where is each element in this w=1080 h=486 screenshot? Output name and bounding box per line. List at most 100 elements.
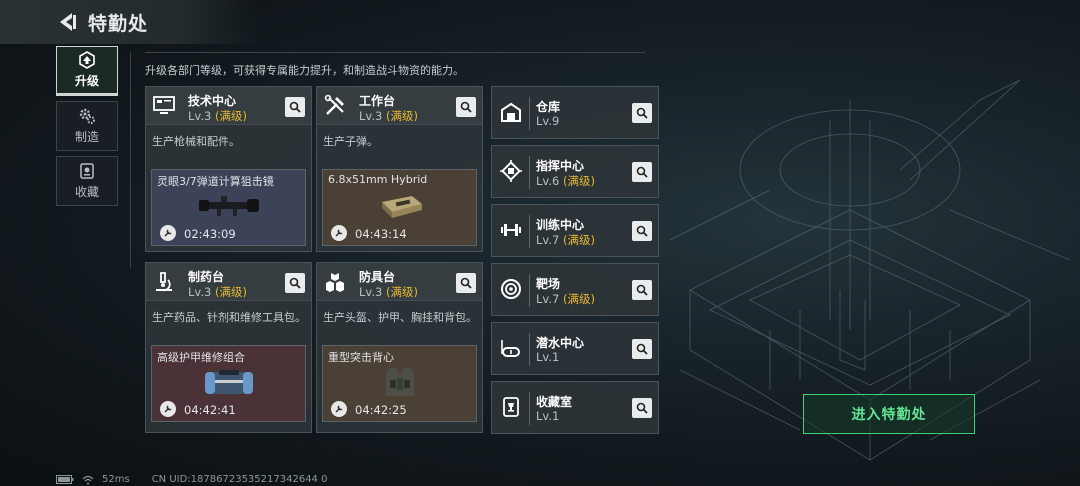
row-separator [529, 274, 530, 307]
card-header: 防具台 Lv.3 (满级) [317, 263, 482, 301]
row-separator [529, 97, 530, 130]
status-bar: 52ms CN UID:18786723535217342644 0 [56, 474, 327, 485]
collection-icon [80, 163, 94, 179]
scope-image [199, 196, 259, 216]
production-slot[interactable]: 6.8x51mm Hybrid 04:43:14 [322, 169, 477, 246]
production-slot[interactable]: 重型突击背心 04:42:25 [322, 345, 477, 422]
battery-icon [56, 475, 74, 484]
card-name: 防具台 [359, 270, 396, 284]
divider-line [130, 52, 131, 268]
row-name: 指挥中心 [536, 159, 585, 173]
search-icon [636, 166, 648, 178]
ping-value: 52ms [102, 474, 130, 485]
card-level: Lv.3 (满级) [188, 285, 247, 299]
production-timer: 04:42:25 [355, 403, 407, 417]
card-header: 工作台 Lv.3 (满级) [317, 87, 482, 125]
header-bar: 特勤处 [0, 0, 260, 44]
search-icon [636, 402, 648, 414]
inspect-button[interactable] [632, 280, 652, 300]
facility-card-workbench[interactable]: 工作台 Lv.3 (满级) 生产子弹。 6.8x51mm Hybrid 04:4… [316, 86, 483, 252]
inspect-button[interactable] [632, 103, 652, 123]
inspect-button[interactable] [632, 339, 652, 359]
microscope-icon [156, 272, 172, 292]
facility-card-tech-center[interactable]: 技术中心 Lv.3 (满级) 生产枪械和配件。 灵眼3/7弹道计算狙击镜 02:… [145, 86, 312, 252]
divider-line [145, 52, 645, 53]
row-separator [529, 156, 530, 189]
row-name: 训练中心 [536, 218, 585, 232]
row-level: Lv.9 [536, 114, 560, 128]
facility-card-pharmacy[interactable]: 制药台 Lv.3 (满级) 生产药品、针剂和维修工具包。 高级护甲维修组合 04… [145, 262, 312, 433]
side-nav: 升级 制造 收藏 [56, 46, 118, 211]
inspect-button[interactable] [632, 398, 652, 418]
diving-mask-icon [501, 340, 520, 357]
row-name: 潜水中心 [536, 336, 585, 350]
facility-row-warehouse[interactable]: 仓库 Lv.9 [491, 86, 659, 139]
armor-icon [326, 273, 344, 292]
trophy-icon [503, 397, 519, 417]
search-icon [636, 225, 648, 237]
repair-kit-image [205, 370, 253, 394]
target-icon [501, 279, 521, 299]
card-name: 工作台 [359, 94, 396, 108]
nav-item-craft[interactable]: 制造 [56, 101, 118, 151]
page-title: 特勤处 [88, 13, 149, 35]
wrench-timer-icon [331, 401, 347, 417]
uid-text: CN UID:18786723535217342644 0 [151, 474, 328, 485]
inspect-button[interactable] [632, 221, 652, 241]
wrench-timer-icon [160, 225, 176, 241]
enter-facility-button[interactable]: 进入特勤处 [803, 394, 975, 434]
search-icon [636, 284, 648, 296]
production-timer: 04:42:41 [184, 403, 236, 417]
facility-row-command-center[interactable]: 指挥中心 Lv.6 (满级) [491, 145, 659, 198]
row-name: 收藏室 [536, 395, 573, 409]
row-name: 仓库 [536, 100, 561, 114]
production-timer: 04:43:14 [355, 227, 407, 241]
section-description: 升级各部门等级，可获得专属能力提升，和制造战斗物资的能力。 [145, 64, 464, 77]
search-icon [460, 101, 472, 113]
nav-label-upgrade: 升级 [74, 74, 99, 88]
card-name: 技术中心 [188, 94, 237, 108]
facility-row-diving-center[interactable]: 潜水中心 Lv.1 [491, 322, 659, 375]
product-name: 灵眼3/7弹道计算狙击镜 [157, 175, 274, 188]
row-level: Lv.1 [536, 409, 560, 423]
gears-icon [79, 108, 95, 124]
search-icon [460, 277, 472, 289]
production-slot[interactable]: 灵眼3/7弹道计算狙击镜 02:43:09 [151, 169, 306, 246]
back-arrow-icon [60, 13, 76, 31]
back-button[interactable] [56, 10, 78, 34]
inspect-button[interactable] [285, 273, 305, 293]
row-level: Lv.1 [536, 350, 560, 364]
production-timer: 02:43:09 [184, 227, 236, 241]
nav-item-collection[interactable]: 收藏 [56, 156, 118, 206]
monitor-icon [153, 96, 175, 114]
inspect-button[interactable] [456, 97, 476, 117]
inspect-button[interactable] [285, 97, 305, 117]
chip-icon [500, 160, 522, 182]
card-description: 生产枪械和配件。 [152, 135, 240, 148]
card-description: 生产头盔、护甲、胸挂和背包。 [323, 311, 477, 324]
card-header: 技术中心 Lv.3 (满级) [146, 87, 311, 125]
card-name: 制药台 [188, 270, 225, 284]
row-separator [529, 333, 530, 366]
inspect-button[interactable] [632, 162, 652, 182]
card-level: Lv.3 (满级) [359, 285, 418, 299]
tools-icon [324, 94, 344, 115]
card-header: 制药台 Lv.3 (满级) [146, 263, 311, 301]
nav-item-upgrade[interactable]: 升级 [56, 46, 118, 96]
wifi-icon [82, 475, 94, 484]
ammo-box-image [382, 196, 422, 218]
row-level: Lv.7 (满级) [536, 292, 595, 306]
facility-row-training-center[interactable]: 训练中心 Lv.7 (满级) [491, 204, 659, 257]
facility-row-shooting-range[interactable]: 靶场 Lv.7 (满级) [491, 263, 659, 316]
search-icon [636, 107, 648, 119]
inspect-button[interactable] [456, 273, 476, 293]
facility-card-armor-bench[interactable]: 防具台 Lv.3 (满级) 生产头盔、护甲、胸挂和背包。 重型突击背心 04:4… [316, 262, 483, 433]
row-level: Lv.7 (满级) [536, 233, 595, 247]
card-level: Lv.3 (满级) [359, 109, 418, 123]
row-level: Lv.6 (满级) [536, 174, 595, 188]
production-slot[interactable]: 高级护甲维修组合 04:42:41 [151, 345, 306, 422]
nav-label-craft: 制造 [74, 130, 99, 144]
facility-row-collection-room[interactable]: 收藏室 Lv.1 [491, 381, 659, 434]
wrench-timer-icon [160, 401, 176, 417]
dumbbell-icon [501, 224, 521, 236]
